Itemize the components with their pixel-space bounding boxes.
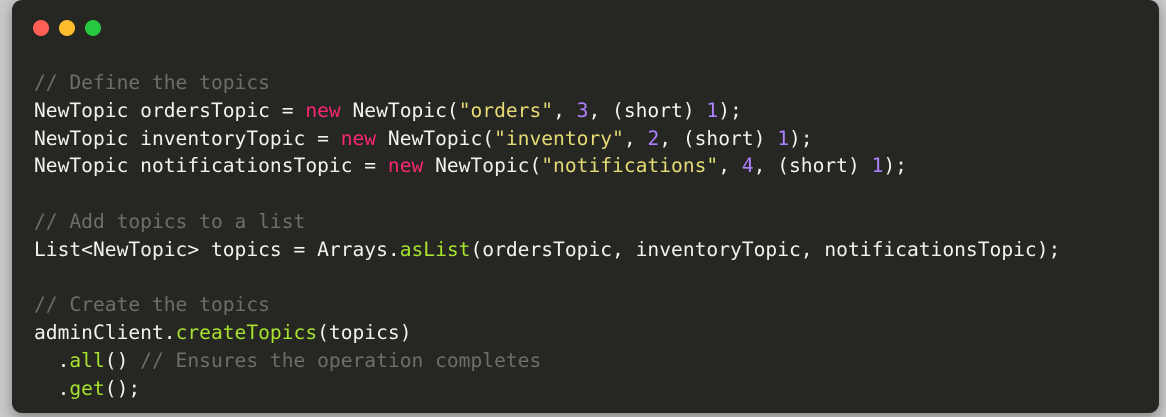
code-text: ,: [718, 154, 742, 178]
code-string: "inventory": [494, 126, 624, 150]
code-text: ,: [623, 126, 648, 150]
code-line: NewTopic inventoryTopic = new NewTopic("…: [34, 125, 1060, 153]
code-text: , (short): [588, 98, 707, 122]
code-number: 4: [741, 154, 754, 178]
code-text: );: [718, 98, 742, 122]
code-block: // Define the topics NewTopic ordersTopic…: [34, 69, 1060, 403]
code-window: // Define the topics NewTopic ordersTopic…: [12, 0, 1159, 413]
code-text: NewTopic inventoryTopic =: [34, 126, 341, 150]
code-line: .all() // Ensures the operation complete…: [34, 347, 1060, 375]
code-line: List<NewTopic> topics = Arrays.asList(or…: [34, 236, 1060, 264]
code-text: , (short): [659, 126, 778, 150]
code-text: .: [34, 376, 70, 400]
close-button[interactable]: [33, 20, 49, 36]
code-number: 1: [871, 154, 884, 178]
code-comment: // Add topics to a list: [34, 209, 306, 233]
code-string: "notifications": [541, 154, 719, 178]
code-number: 1: [706, 98, 719, 122]
code-text: NewTopic ordersTopic =: [34, 98, 306, 122]
code-line: // Define the topics: [34, 69, 1060, 97]
code-text: ();: [104, 376, 141, 400]
code-text: adminClient.: [34, 321, 176, 345]
code-function: get: [69, 376, 105, 400]
code-text: NewTopic(: [376, 126, 495, 150]
code-text: );: [789, 126, 813, 150]
code-text: .: [34, 348, 70, 372]
code-comment: // Define the topics: [34, 71, 270, 94]
code-line: .get();: [34, 375, 1060, 403]
code-text: NewTopic(: [340, 98, 459, 122]
code-function: all: [69, 348, 105, 372]
code-line: NewTopic notificationsTopic = new NewTop…: [34, 152, 1060, 180]
code-line: // Add topics to a list: [34, 208, 1060, 236]
code-line: // Create the topics: [34, 291, 1060, 319]
code-string: "orders": [458, 98, 554, 122]
code-text: );: [883, 154, 907, 178]
code-text: NewTopic(: [423, 154, 542, 178]
code-text: (): [104, 348, 141, 372]
code-text: , (short): [753, 154, 872, 178]
code-line: NewTopic ordersTopic = new NewTopic("ord…: [34, 97, 1060, 125]
code-keyword: new: [305, 98, 341, 122]
code-comment: // Create the topics: [34, 293, 270, 317]
code-comment: // Ensures the operation completes: [140, 348, 542, 372]
code-function: asList: [399, 237, 471, 261]
code-text: (ordersTopic, inventoryTopic, notificati…: [470, 237, 1061, 261]
code-number: 3: [576, 98, 589, 122]
code-text: List<NewTopic> topics = Arrays.: [34, 237, 400, 261]
code-keyword: new: [340, 126, 377, 150]
code-line: adminClient.createTopics(topics): [34, 319, 1060, 347]
zoom-button[interactable]: [85, 20, 101, 36]
window-controls: [33, 20, 101, 36]
code-text: NewTopic notificationsTopic =: [34, 154, 388, 178]
code-number: 1: [777, 126, 789, 150]
code-text: (topics): [317, 321, 412, 345]
code-keyword: new: [387, 154, 424, 178]
minimize-button[interactable]: [59, 20, 75, 36]
code-function: createTopics: [175, 321, 318, 345]
code-number: 2: [647, 126, 660, 150]
code-text: ,: [553, 98, 577, 122]
